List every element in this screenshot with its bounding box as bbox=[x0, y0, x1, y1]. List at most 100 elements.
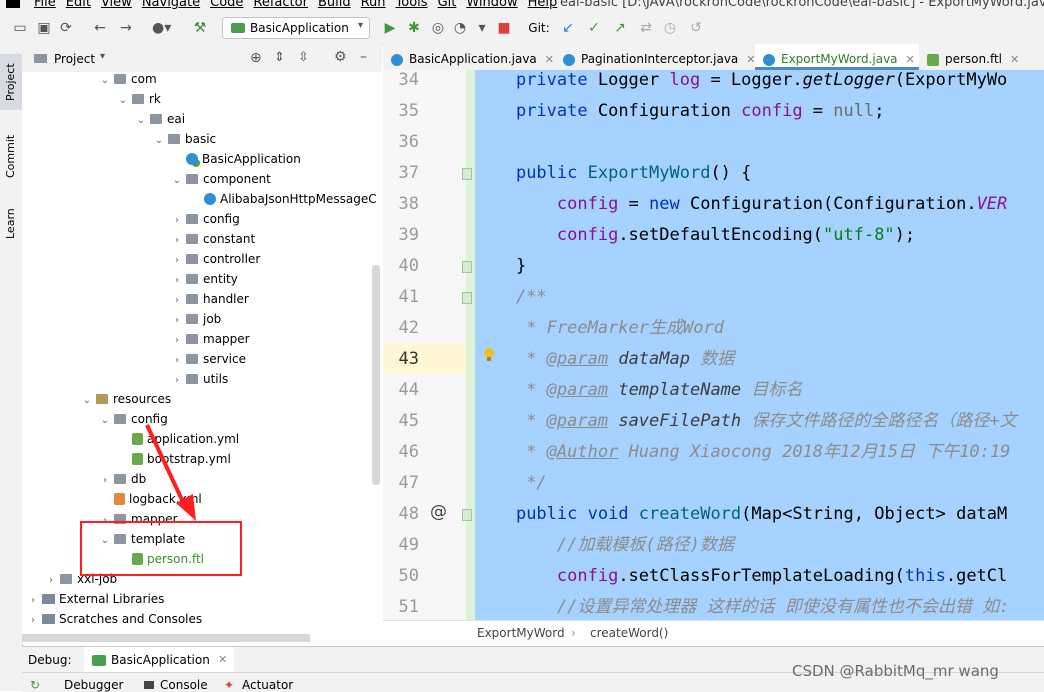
fold-marker-icon[interactable] bbox=[462, 292, 472, 304]
chevron-down-icon[interactable]: ⌄ bbox=[170, 171, 184, 191]
tree-item[interactable]: ⌄ component bbox=[170, 169, 271, 189]
menu-navigate[interactable]: Navigate bbox=[142, 0, 200, 11]
menu-window[interactable]: Window bbox=[466, 0, 517, 11]
chevron-right-icon[interactable]: › bbox=[98, 471, 112, 491]
menu-run[interactable]: Run bbox=[361, 0, 386, 11]
chevron-right-icon[interactable]: › bbox=[170, 271, 184, 291]
menu-tools[interactable]: Tools bbox=[396, 0, 428, 11]
tree-item[interactable]: › mapper bbox=[170, 329, 250, 349]
minimize-icon[interactable]: – bbox=[360, 49, 367, 65]
chevron-right-icon[interactable]: › bbox=[170, 291, 184, 311]
tree-item[interactable]: › db bbox=[98, 469, 146, 489]
actuator-tab[interactable]: Actuator bbox=[242, 678, 293, 692]
override-icon[interactable]: @ bbox=[430, 502, 447, 522]
menu-code[interactable]: Code bbox=[210, 0, 243, 11]
chevron-down-icon[interactable]: ⌄ bbox=[116, 91, 130, 111]
profile-icon[interactable]: ◔ bbox=[452, 20, 468, 36]
git-push-icon[interactable]: ↗ bbox=[612, 20, 628, 36]
tree-item[interactable]: BasicApplication bbox=[170, 149, 301, 169]
fold-marker-icon[interactable] bbox=[462, 261, 472, 273]
locate-icon[interactable]: ⊕ bbox=[250, 50, 262, 66]
tree-item[interactable]: ⌄ config bbox=[98, 409, 168, 429]
tree-item[interactable]: › controller bbox=[170, 249, 260, 269]
project-tool-tab[interactable]: Project bbox=[0, 54, 22, 110]
stop-icon[interactable]: ■ bbox=[496, 20, 512, 36]
chevron-down-icon[interactable]: ⌄ bbox=[98, 72, 112, 91]
sync-icon[interactable]: ⟳ bbox=[58, 20, 74, 36]
menu-edit[interactable]: Edit bbox=[66, 0, 91, 11]
tree-item[interactable]: › utils bbox=[170, 369, 228, 389]
chevron-right-icon[interactable]: › bbox=[170, 231, 184, 251]
debugger-tab[interactable]: Debugger bbox=[64, 678, 123, 692]
project-panel-title[interactable]: Project bbox=[54, 52, 95, 66]
forward-icon[interactable]: → bbox=[118, 20, 134, 36]
more-run-icon[interactable]: ▾ bbox=[474, 20, 490, 36]
tree-item[interactable]: › entity bbox=[170, 269, 238, 289]
menu-build[interactable]: Build bbox=[318, 0, 351, 11]
debug-session-tab[interactable]: BasicApplication ✕ bbox=[84, 647, 234, 673]
rerun-icon[interactable]: ↻ bbox=[30, 678, 40, 692]
chevron-down-icon[interactable]: ⌄ bbox=[134, 111, 148, 131]
user-icon[interactable]: ●▾ bbox=[152, 20, 171, 36]
run-configuration-select[interactable]: BasicApplication ▾ bbox=[222, 17, 370, 39]
breadcrumb-method[interactable]: createWord() bbox=[590, 626, 668, 640]
menu-refactor[interactable]: Refactor bbox=[253, 0, 308, 11]
debug-icon[interactable]: ✱ bbox=[406, 20, 422, 36]
commit-tool-tab[interactable]: Commit bbox=[0, 128, 22, 184]
chevron-right-icon[interactable]: › bbox=[26, 591, 40, 611]
tree-vertical-scrollbar[interactable] bbox=[372, 265, 380, 485]
learn-tool-tab[interactable]: Learn bbox=[0, 204, 22, 244]
tree-item[interactable]: ⌄ eai bbox=[134, 109, 185, 129]
chevron-right-icon[interactable]: › bbox=[170, 211, 184, 231]
tree-item[interactable]: logback.xml bbox=[98, 489, 202, 509]
collapse-all-icon[interactable]: ⇳ bbox=[298, 50, 309, 65]
git-update-icon[interactable]: ↙ bbox=[560, 20, 576, 36]
chevron-right-icon[interactable]: › bbox=[170, 311, 184, 331]
chevron-right-icon[interactable]: › bbox=[170, 371, 184, 391]
git-rollback-icon[interactable]: ↺ bbox=[688, 20, 704, 36]
git-commit-icon[interactable]: ✓ bbox=[586, 20, 602, 36]
close-icon[interactable]: ✕ bbox=[218, 653, 227, 666]
back-icon[interactable]: ← bbox=[92, 20, 108, 36]
fold-marker-icon[interactable] bbox=[462, 509, 472, 521]
save-icon[interactable]: ▣ bbox=[36, 20, 52, 36]
chevron-right-icon[interactable]: › bbox=[170, 251, 184, 271]
chevron-down-icon[interactable]: ⌄ bbox=[152, 131, 166, 151]
tree-horizontal-scrollbar[interactable] bbox=[22, 634, 310, 642]
console-tab[interactable]: Console bbox=[160, 678, 208, 692]
tree-item[interactable]: › External Libraries bbox=[26, 589, 164, 609]
menu-file[interactable]: File bbox=[34, 0, 56, 11]
tree-item[interactable]: ⌄ basic bbox=[152, 129, 216, 149]
tree-item[interactable]: › handler bbox=[170, 289, 249, 309]
tree-item[interactable]: › Scratches and Consoles bbox=[26, 609, 202, 629]
gear-icon[interactable]: ⚙ bbox=[334, 49, 347, 65]
fold-marker-icon[interactable] bbox=[462, 168, 472, 180]
tree-item[interactable]: › constant bbox=[170, 229, 255, 249]
menu-view[interactable]: View bbox=[101, 0, 132, 11]
tree-item[interactable]: › service bbox=[170, 349, 246, 369]
tree-item[interactable]: ⌄ resources bbox=[80, 389, 171, 409]
build-hammer-icon[interactable]: ⚒ bbox=[192, 20, 208, 36]
chevron-right-icon[interactable]: › bbox=[26, 611, 40, 631]
chevron-down-icon[interactable]: ▾ bbox=[100, 51, 105, 62]
tree-item[interactable]: bootstrap.yml bbox=[116, 449, 231, 469]
chevron-right-icon[interactable]: › bbox=[170, 351, 184, 371]
chevron-right-icon[interactable]: › bbox=[44, 571, 58, 591]
tree-item[interactable]: ⌄ rk bbox=[116, 89, 161, 109]
chevron-right-icon[interactable]: › bbox=[170, 331, 184, 351]
run-icon[interactable]: ▶ bbox=[382, 20, 398, 36]
menu-git[interactable]: Git bbox=[438, 0, 457, 11]
tree-item[interactable]: ⌄ com bbox=[98, 72, 157, 89]
git-compare-icon[interactable]: ⇄ bbox=[638, 20, 654, 36]
tree-item[interactable]: › job bbox=[170, 309, 221, 329]
menu-help[interactable]: Help bbox=[528, 0, 558, 11]
coverage-icon[interactable]: ◎ bbox=[430, 20, 446, 36]
git-history-icon[interactable]: ◷ bbox=[662, 20, 678, 36]
tree-item[interactable]: › config bbox=[170, 209, 240, 229]
expand-all-icon[interactable]: ⇕ bbox=[274, 50, 285, 65]
chevron-down-icon[interactable]: ⌄ bbox=[80, 391, 94, 411]
tree-item[interactable]: application.yml bbox=[116, 429, 239, 449]
chevron-down-icon[interactable]: ⌄ bbox=[98, 411, 112, 431]
tree-item[interactable]: AlibabaJsonHttpMessageC bbox=[188, 189, 377, 209]
close-icon[interactable]: ✕ bbox=[1010, 53, 1019, 66]
